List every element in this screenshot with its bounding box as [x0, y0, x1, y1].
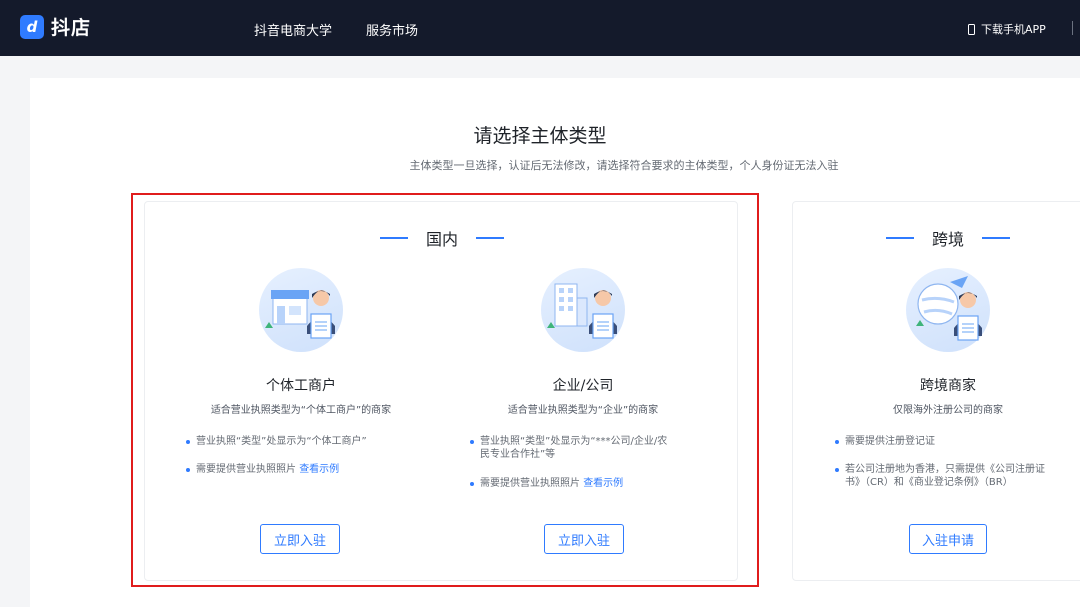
option-title-cross-border: 跨境商家 — [920, 378, 976, 394]
top-navigation-bar: d 抖店 抖音电商大学 服务市场 下载手机APP — [0, 0, 1080, 56]
option-desc-cross-border: 仅限海外注册公司的商家 — [893, 405, 1003, 416]
cross-border-section-header: 跨境 — [793, 226, 1080, 250]
cross-border-section-label: 跨境 — [931, 230, 964, 249]
nav-link-ecommerce-university[interactable]: 抖音电商大学 — [254, 20, 332, 39]
logo-text: 抖店 — [51, 17, 92, 39]
header-dash-left — [885, 237, 914, 239]
header-dash-right — [982, 237, 1010, 239]
bullet-cross-border-registration: 需要提供注册登记证 — [835, 435, 1080, 448]
apply-settle-button-cross-border[interactable]: 入驻申请 — [909, 524, 987, 554]
bullet-cross-border-hongkong: 若公司注册地为香港，只需提供《公司注册证 书》（CR）和《商业登记条例》（BR） — [835, 463, 1080, 489]
cross-border-section-card: 跨境 跨境商家 仅限海外注册公司的商家 需要提供注册登记证 若公司注册地为香港，… — [792, 201, 1080, 581]
phone-icon — [968, 23, 975, 35]
download-app-link[interactable]: 下载手机APP — [968, 21, 1046, 37]
download-app-label: 下载手机APP — [981, 23, 1046, 36]
bullet-cross-border-hongkong-line1: 若公司注册地为香港，只需提供《公司注册证 — [845, 464, 1045, 475]
highlight-frame — [131, 193, 759, 587]
bullet-cross-border-hongkong-line2: 书》（CR）和《商业登记条例》（BR） — [845, 477, 1013, 488]
doudian-logo-icon: d — [20, 14, 44, 39]
globe-airplane-merchant-illustration-icon — [906, 268, 990, 352]
page-subtitle: 主体类型一旦选择，认证后无法修改，请选择符合要求的主体类型，个人身份证无法入驻 — [409, 159, 839, 172]
nav-link-service-market[interactable]: 服务市场 — [366, 20, 418, 39]
logo[interactable]: d 抖店 — [20, 13, 91, 40]
header-divider — [1072, 21, 1073, 35]
page-title: 请选择主体类型 — [473, 125, 607, 147]
